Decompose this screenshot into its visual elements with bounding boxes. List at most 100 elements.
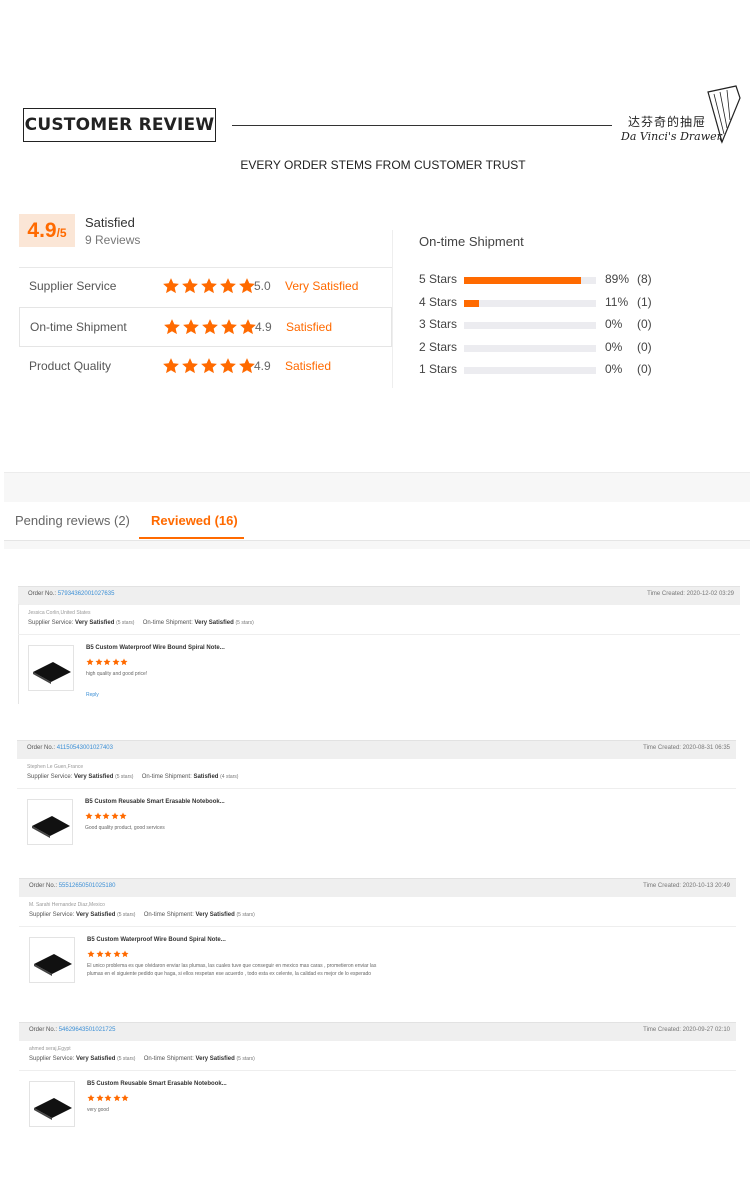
tab-pending-reviews[interactable]: Pending reviews (2)	[15, 513, 130, 528]
product-name[interactable]: B5 Custom Waterproof Wire Bound Spiral N…	[86, 645, 225, 651]
time-created: Time Created: 2020-09-27 02:10	[643, 1027, 730, 1033]
distribution-count: (0)	[637, 362, 652, 376]
star-icon	[102, 812, 110, 820]
distribution-row: 1 Stars 0% (0)	[419, 362, 659, 382]
product-name[interactable]: B5 Custom Reusable Smart Erasable Notebo…	[87, 1081, 227, 1087]
distribution-track	[464, 322, 596, 329]
star-icon	[121, 1094, 129, 1102]
time-created: Time Created: 2020-10-13 20:49	[643, 883, 730, 889]
distribution-percent: 89%	[605, 272, 630, 286]
review-card-header: Order No.: 57934362001027635 Time Create…	[18, 586, 740, 605]
distribution-track	[464, 367, 596, 374]
star-icon	[96, 1094, 103, 1102]
star-icon	[220, 278, 236, 294]
order-number-link[interactable]: 55512650501025180	[59, 883, 116, 889]
product-thumbnail[interactable]	[27, 799, 73, 845]
distribution-title: On-time Shipment	[419, 234, 524, 249]
supplier-service-value: Very Satisfied	[74, 774, 114, 780]
shipment-label: On-time Shipment:	[143, 1056, 194, 1062]
rating-text: Very Satisfied	[285, 279, 359, 293]
star-icon	[163, 358, 179, 374]
distribution-count: (8)	[637, 272, 652, 286]
product-name[interactable]: B5 Custom Waterproof Wire Bound Spiral N…	[87, 937, 226, 943]
review-stars	[87, 1094, 129, 1102]
section-title: CUSTOMER REVIEW	[23, 108, 216, 142]
rating-text: Satisfied	[285, 359, 332, 373]
star-icon	[120, 658, 128, 666]
star-icon	[221, 319, 237, 335]
review-stars	[87, 950, 129, 958]
review-comment: Good quality product, good services	[85, 825, 165, 831]
product-thumbnail[interactable]	[29, 1081, 75, 1127]
divider	[18, 634, 740, 635]
star-icon	[86, 658, 94, 666]
distribution-track	[464, 300, 596, 307]
distribution-row: 2 Stars 0% (0)	[419, 340, 659, 360]
star-icon	[94, 812, 101, 820]
review-comment: very good	[87, 1107, 109, 1113]
overall-score-badge: 4.9 /5	[19, 214, 75, 247]
order-number-link[interactable]: 57934362001027635	[58, 591, 115, 597]
order-number-link[interactable]: 41150543001027403	[57, 745, 113, 751]
tab-reviewed[interactable]: Reviewed (16)	[151, 513, 238, 528]
supplier-service-value: Very Satisfied	[76, 1056, 116, 1062]
order-number-link[interactable]: 54629643501021725	[59, 1027, 116, 1033]
distribution-count: (1)	[637, 295, 652, 309]
distribution-bar	[464, 300, 479, 307]
card-left-border	[18, 604, 19, 704]
rating-score: 4.9	[255, 320, 272, 334]
supplier-service-label: Supplier Service:	[28, 620, 74, 626]
supplier-service-label: Supplier Service:	[27, 774, 73, 780]
shipment-value: Very Satisfied	[195, 1056, 235, 1062]
shipment-value: Very Satisfied	[194, 620, 234, 626]
star-icon	[113, 1094, 120, 1102]
supplier-service-stars: (5 stars)	[115, 774, 134, 780]
time-created: Time Created: 2020-12-02 03:29	[647, 591, 734, 597]
rating-stars	[162, 277, 256, 295]
rating-row-label: Supplier Service	[29, 279, 117, 293]
rating-stars	[163, 318, 257, 336]
review-card: Order No.: 54629643501021725 Time Create…	[19, 1022, 736, 1132]
review-stars	[85, 812, 127, 820]
product-thumbnail[interactable]	[28, 645, 74, 691]
distribution-label: 4 Stars	[419, 295, 458, 309]
star-icon	[163, 278, 179, 294]
vertical-divider	[392, 230, 393, 388]
shipment-stars: (5 stars)	[236, 1056, 255, 1062]
star-icon	[164, 319, 180, 335]
distribution-label: 1 Stars	[419, 362, 458, 376]
star-icon	[182, 358, 198, 374]
reviewer-name: Jessica Corlin,United States	[28, 610, 91, 616]
review-ratings-summary: Supplier Service: Very Satisfied (5 star…	[29, 1056, 255, 1062]
order-label: Order No.:	[29, 1027, 58, 1033]
distribution-percent: 0%	[605, 317, 623, 331]
star-icon	[201, 278, 217, 294]
distribution-label: 5 Stars	[419, 272, 458, 286]
shipment-value: Very Satisfied	[195, 912, 235, 918]
supplier-service-label: Supplier Service:	[29, 1056, 75, 1062]
shipment-stars: (5 stars)	[236, 912, 255, 918]
supplier-service-stars: (5 stars)	[116, 620, 135, 626]
star-icon	[202, 319, 218, 335]
product-thumbnail[interactable]	[29, 937, 75, 983]
star-icon	[201, 358, 217, 374]
star-icon	[220, 358, 236, 374]
shipment-label: On-time Shipment:	[142, 620, 193, 626]
rating-row-on-time-shipment: On-time Shipment 4.9 Satisfied	[19, 307, 392, 347]
shipment-label: On-time Shipment:	[141, 774, 192, 780]
review-comment: El unico problema es que olvidaron envia…	[87, 963, 377, 977]
star-icon	[85, 812, 93, 820]
review-count: 9 Reviews	[85, 233, 141, 247]
review-card-header: Order No.: 54629643501021725 Time Create…	[19, 1022, 736, 1041]
product-name[interactable]: B5 Custom Reusable Smart Erasable Notebo…	[85, 799, 225, 805]
review-ratings-summary: Supplier Service: Very Satisfied (5 star…	[27, 774, 238, 780]
review-ratings-summary: Supplier Service: Very Satisfied (5 star…	[28, 620, 254, 626]
shipment-value: Satisfied	[193, 774, 219, 780]
reviewer-name: M. Sarahi Hernandez Diaz,Mexico	[29, 902, 105, 908]
distribution-count: (0)	[637, 317, 652, 331]
active-tab-indicator	[139, 537, 244, 539]
star-icon	[183, 319, 199, 335]
star-icon	[111, 812, 118, 820]
shipment-stars: (5 stars)	[235, 620, 254, 626]
reply-link[interactable]: Reply	[86, 692, 99, 698]
